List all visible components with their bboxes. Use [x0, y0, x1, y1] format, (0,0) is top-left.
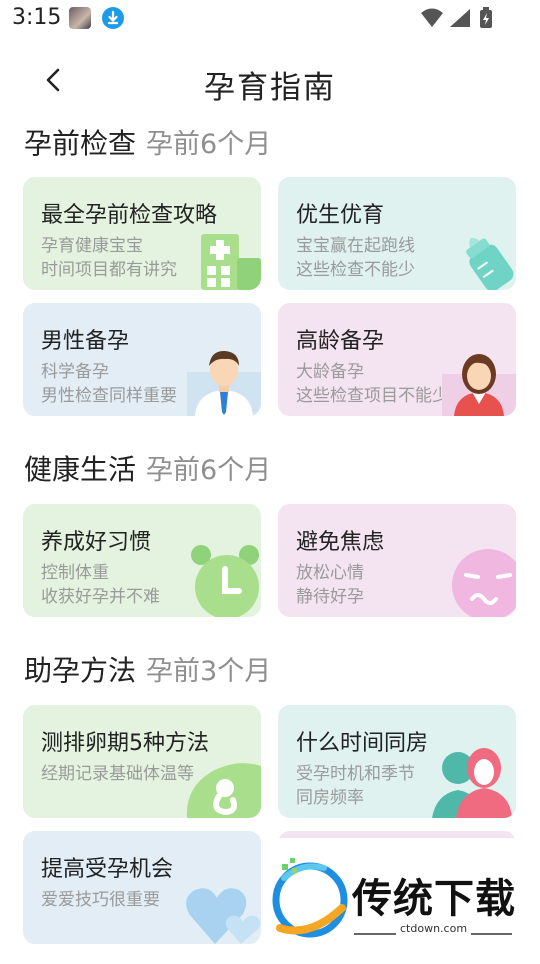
card-description: 受孕时机和季节 同房频率	[296, 764, 415, 808]
top-bar: 孕育指南	[0, 50, 540, 114]
card-prepregnancy-guide[interactable]: 最全孕前检查攻略 孕育健康宝宝 时间项目都有讲究	[23, 177, 261, 290]
section-subtitle: 孕前6个月	[146, 455, 272, 486]
section-header-prepregnancy-check: 孕前检查 孕前6个月	[24, 122, 271, 162]
fetus-icon	[186, 763, 261, 818]
status-indicators	[420, 7, 500, 33]
card-description: 孕育健康宝宝 时间项目都有讲究	[41, 236, 177, 280]
section-title: 孕前检查	[24, 127, 137, 160]
card-timing[interactable]: 什么时间同房 受孕时机和季节 同房频率	[278, 705, 516, 818]
card-avoid-anxiety[interactable]: 避免焦虑 放松心情 静待好孕	[278, 504, 516, 617]
section-title: 健康生活	[24, 453, 137, 486]
card-description: 放松心情 静待好孕	[296, 563, 364, 607]
section-subtitle: 孕前3个月	[146, 656, 272, 687]
card-description: 爱爱技巧很重要	[41, 890, 160, 910]
card-title: 提高受孕机会	[41, 857, 174, 882]
card-ovulation-methods[interactable]: 测排卵期5种方法 经期记录基础体温等	[23, 705, 261, 818]
page-title: 孕育指南	[204, 70, 336, 106]
status-time: 3:15	[12, 5, 62, 30]
alarm-clock-icon	[191, 545, 259, 617]
man-avatar-icon	[187, 350, 261, 416]
card-description: 宝宝赢在起跑线 这些检查不能少	[296, 236, 415, 280]
section-title: 助孕方法	[24, 654, 137, 687]
worried-face-icon	[452, 549, 516, 617]
card-title: 什么时间同房	[296, 731, 429, 756]
card-title: 最全孕前检查攻略	[41, 203, 218, 228]
card-title: 测排卵期5种方法	[41, 731, 209, 756]
card-title: 优生优育	[296, 203, 385, 228]
card-title: 高龄备孕	[296, 329, 385, 354]
card-description: 科学备孕 男性检查同样重要	[41, 362, 177, 406]
card-eugenics[interactable]: 优生优育 宝宝赢在起跑线 这些检查不能少	[278, 177, 516, 290]
heart-icon	[186, 888, 261, 944]
section-header-conception-methods: 助孕方法 孕前3个月	[24, 649, 271, 689]
card-description: 控制体重 收获好孕并不难	[41, 563, 160, 607]
woman-avatar-icon	[442, 354, 516, 416]
card-description: 经期记录基础体温等	[41, 764, 194, 784]
section-subtitle: 孕前6个月	[146, 129, 272, 160]
hospital-icon	[201, 234, 261, 290]
card-improve-chances[interactable]: 提高受孕机会 爱爱技巧很重要	[23, 831, 261, 944]
wifi-icon	[421, 8, 443, 27]
watermark-site-text: ctdown.com	[396, 922, 472, 935]
card-title: 避免焦虑	[296, 530, 385, 555]
card-title: 养成好习惯	[41, 530, 152, 555]
download-notification-icon	[102, 7, 124, 29]
couple-icon	[432, 748, 512, 818]
signal-icon	[450, 9, 470, 27]
card-advanced-age[interactable]: 高龄备孕 大龄备孕 这些检查项目不能少	[278, 303, 516, 416]
card-male-preparation[interactable]: 男性备孕 科学备孕 男性检查同样重要	[23, 303, 261, 416]
status-bar: 3:15	[0, 0, 540, 36]
battery-icon	[480, 7, 492, 28]
watermark-brand-text: 传统下载	[352, 876, 516, 922]
watermark-overlay: 传统下载 ctdown.com	[262, 838, 540, 960]
baby-bottle-icon	[466, 237, 514, 290]
card-title: 男性备孕	[41, 329, 130, 354]
section-header-healthy-living: 健康生活 孕前6个月	[24, 448, 271, 488]
card-description: 大龄备孕 这些检查项目不能少	[296, 362, 449, 406]
card-good-habits[interactable]: 养成好习惯 控制体重 收获好孕并不难	[23, 504, 261, 617]
notification-avatar-icon	[69, 7, 91, 29]
